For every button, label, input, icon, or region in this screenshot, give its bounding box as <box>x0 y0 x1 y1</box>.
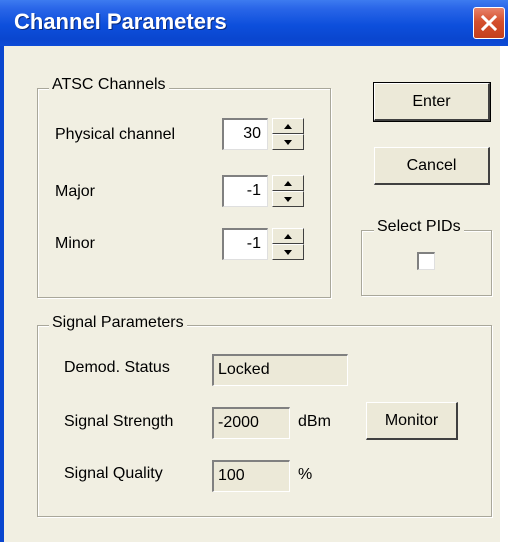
demod-status-value: Locked <box>212 354 348 386</box>
close-button[interactable] <box>473 7 505 39</box>
major-input[interactable]: -1 <box>222 175 268 207</box>
minor-up-button[interactable] <box>272 228 304 244</box>
signal-strength-unit: dBm <box>298 413 331 430</box>
physical-channel-input[interactable]: 30 <box>222 118 268 150</box>
window-right-edge <box>500 46 508 542</box>
dialog-client-area: ATSC Channels Physical channel 30 Major … <box>4 46 500 542</box>
window-title: Channel Parameters <box>14 9 227 34</box>
select-pids-group-label: Select PIDs <box>374 218 464 236</box>
select-pids-checkbox[interactable] <box>417 252 435 270</box>
major-spinner[interactable] <box>272 175 304 207</box>
signal-parameters-group-label: Signal Parameters <box>49 314 187 332</box>
arrow-down-icon <box>284 139 292 145</box>
arrow-up-icon <box>284 233 292 239</box>
atsc-channels-group-label: ATSC Channels <box>49 76 169 94</box>
demod-status-label: Demod. Status <box>64 359 170 376</box>
title-bar[interactable]: Channel Parameters <box>0 0 508 46</box>
signal-strength-label: Signal Strength <box>64 413 174 430</box>
cancel-button[interactable]: Cancel <box>374 147 490 185</box>
physical-channel-label: Physical channel <box>55 126 176 143</box>
major-label: Major <box>55 183 96 200</box>
dialog-window: Channel Parameters ATSC Channels Physica… <box>0 0 508 553</box>
physical-channel-down-button[interactable] <box>272 134 304 150</box>
arrow-down-icon <box>284 196 292 202</box>
signal-quality-unit: % <box>298 466 313 483</box>
arrow-down-icon <box>284 249 292 255</box>
signal-quality-label: Signal Quality <box>64 465 163 482</box>
window-bottom-edge <box>0 542 508 553</box>
arrow-up-icon <box>284 123 292 129</box>
signal-quality-value: 100 <box>212 460 290 492</box>
signal-strength-value: -2000 <box>212 407 290 439</box>
arrow-up-icon <box>284 180 292 186</box>
monitor-button[interactable]: Monitor <box>366 402 458 440</box>
minor-input[interactable]: -1 <box>222 228 268 260</box>
minor-down-button[interactable] <box>272 244 304 260</box>
major-up-button[interactable] <box>272 175 304 191</box>
close-icon <box>480 14 498 32</box>
minor-spinner[interactable] <box>272 228 304 260</box>
minor-label: Minor <box>55 235 96 252</box>
physical-channel-spinner[interactable] <box>272 118 304 150</box>
physical-channel-up-button[interactable] <box>272 118 304 134</box>
major-down-button[interactable] <box>272 191 304 207</box>
enter-button[interactable]: Enter <box>373 82 491 122</box>
